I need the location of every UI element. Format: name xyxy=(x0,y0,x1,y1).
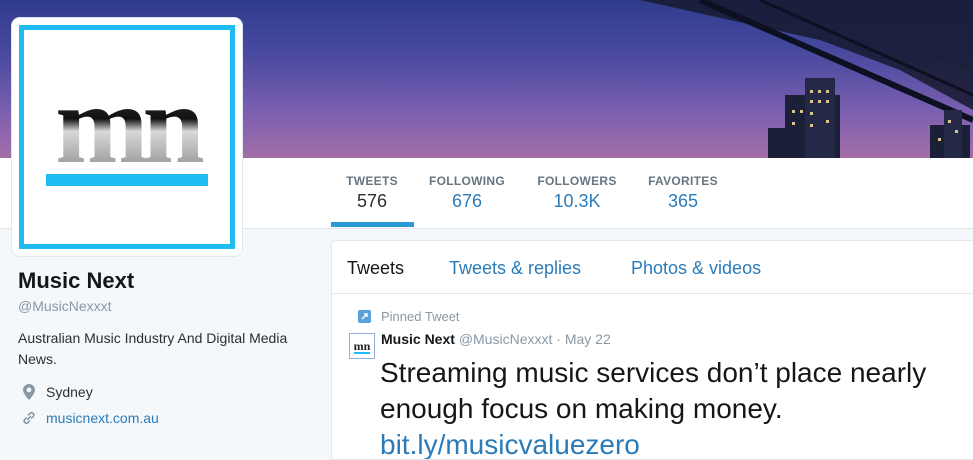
profile-avatar[interactable]: mn xyxy=(12,18,242,256)
tab-tweets-and-replies[interactable]: Tweets & replies xyxy=(449,258,581,279)
timeline-card: Tweets Tweets & replies Photos & videos … xyxy=(331,240,973,460)
stat-label: TWEETS xyxy=(346,174,398,188)
link-icon xyxy=(22,410,36,426)
profile-name[interactable]: Music Next xyxy=(18,268,318,294)
profile-info: Music Next @MusicNexxxt Australian Music… xyxy=(18,268,318,426)
pinned-text: Pinned Tweet xyxy=(381,309,460,324)
profile-handle[interactable]: @MusicNexxxt xyxy=(18,298,318,314)
stat-label: FOLLOWERS xyxy=(537,174,617,188)
profile-website: musicnext.com.au xyxy=(18,410,318,426)
tweet-author[interactable]: Music Next xyxy=(381,331,455,347)
stat-value: 365 xyxy=(667,191,699,211)
tweet-text: Streaming music services don’t place nea… xyxy=(380,355,965,459)
active-tab-indicator xyxy=(331,222,414,227)
tweet-body: Streaming music services don’t place nea… xyxy=(380,357,927,424)
tab-tweets[interactable]: Tweets xyxy=(347,258,404,279)
stat-label: FAVORITES xyxy=(648,174,718,188)
svg-text:mn: mn xyxy=(55,63,203,187)
location-text: Sydney xyxy=(46,384,93,400)
tweet-separator: · xyxy=(556,331,561,347)
stat-tweets[interactable]: TWEETS 576 xyxy=(346,174,398,212)
stat-value: 10.3K xyxy=(553,191,601,211)
tweet-link[interactable]: bit.ly/musicvaluezero xyxy=(380,427,965,459)
tweet-handle[interactable]: @MusicNexxxt xyxy=(459,331,553,347)
pin-icon xyxy=(358,310,371,323)
pinned-tweet-label: Pinned Tweet xyxy=(358,309,460,324)
tweet-avatar[interactable]: mn xyxy=(349,333,375,359)
tweet-date[interactable]: May 22 xyxy=(565,331,611,347)
tweet-header: Music Next @MusicNexxxt · May 22 xyxy=(381,331,611,347)
svg-text:mn: mn xyxy=(354,339,371,353)
stat-value: 576 xyxy=(356,191,388,211)
profile-bio: Australian Music Industry And Digital Me… xyxy=(18,330,288,367)
stat-label: FOLLOWING xyxy=(429,174,506,188)
avatar-logo: mn xyxy=(19,25,235,249)
location-pin-icon xyxy=(22,384,36,400)
tab-photos-and-videos[interactable]: Photos & videos xyxy=(631,258,761,279)
stat-following[interactable]: FOLLOWING 676 xyxy=(429,174,505,212)
timeline-tabs: Tweets Tweets & replies Photos & videos xyxy=(332,241,973,294)
mn-logo-icon: mn xyxy=(46,63,210,187)
stat-followers[interactable]: FOLLOWERS 10.3K xyxy=(537,174,617,212)
stat-value: 676 xyxy=(451,191,483,211)
stat-favorites[interactable]: FAVORITES 365 xyxy=(647,174,719,212)
profile-location: Sydney xyxy=(18,384,318,400)
mn-logo-small-icon: mn xyxy=(354,339,371,354)
website-link[interactable]: musicnext.com.au xyxy=(46,410,159,426)
